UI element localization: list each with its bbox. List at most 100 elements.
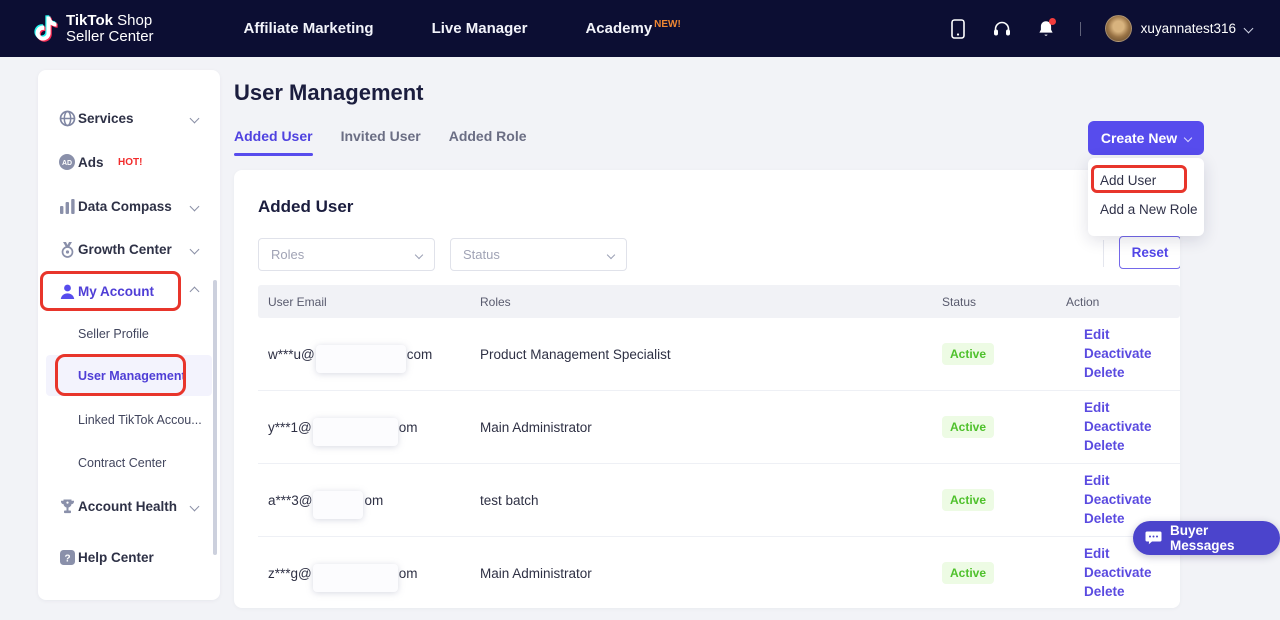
redaction-blur — [313, 418, 398, 446]
chevron-down-icon — [190, 113, 200, 123]
roles-placeholder: Roles — [271, 247, 304, 262]
col-action: Action — [1066, 295, 1180, 309]
sidebar-subitem-user-management[interactable]: User Management — [38, 364, 212, 388]
status-cell: Active — [942, 416, 1066, 438]
delete-link[interactable]: Delete — [1084, 364, 1180, 382]
svg-text:AD: AD — [62, 160, 72, 167]
sidebar-item-ads[interactable]: AD Ads HOT! — [38, 148, 220, 176]
sidebar-label: My Account — [78, 284, 154, 299]
added-user-panel: Added User Roles Status Reset User Email… — [234, 170, 1180, 608]
subitem-label: Linked TikTok Accou... — [78, 413, 202, 427]
tab-added-user[interactable]: Added User — [234, 128, 313, 156]
sidebar: Services AD Ads HOT! Data Compass Growth… — [38, 70, 220, 600]
question-icon: ? — [58, 548, 76, 566]
table-row: a***3@om test batch Active Edit Deactiva… — [258, 464, 1180, 537]
nav-divider — [1080, 22, 1081, 36]
new-badge: NEW! — [654, 19, 681, 30]
user-email: a***3@om — [268, 486, 480, 514]
avatar — [1105, 15, 1132, 42]
status-badge: Active — [942, 343, 994, 365]
tab-invited-user[interactable]: Invited User — [341, 128, 421, 156]
sidebar-label: Account Health — [78, 499, 177, 514]
user-role: test batch — [480, 493, 942, 508]
user-role: Main Administrator — [480, 420, 942, 435]
chat-bubble-icon — [1145, 530, 1162, 546]
headset-support-icon[interactable] — [992, 18, 1012, 40]
status-badge: Active — [942, 489, 994, 511]
create-new-label: Create New — [1101, 130, 1177, 146]
user-email: w***u@com — [268, 340, 480, 368]
tiktok-shop-logo[interactable]: TikTok Shop Seller Center — [34, 13, 154, 45]
deactivate-link[interactable]: Deactivate — [1084, 418, 1180, 436]
chevron-down-icon — [415, 250, 423, 258]
edit-link[interactable]: Edit — [1084, 399, 1180, 417]
section-title: Added User — [258, 197, 353, 217]
account-menu[interactable]: xuyannatest316 — [1105, 15, 1252, 42]
sidebar-item-data-compass[interactable]: Data Compass — [38, 192, 220, 220]
chevron-down-icon — [190, 501, 200, 511]
sidebar-item-services[interactable]: Services — [38, 104, 220, 132]
sidebar-subitem-seller-profile[interactable]: Seller Profile — [38, 322, 212, 346]
logo-text: TikTok Shop Seller Center — [66, 13, 154, 45]
bar-chart-icon — [58, 197, 76, 215]
buyer-messages-label: Buyer Messages — [1170, 523, 1264, 553]
create-new-button[interactable]: Create New — [1088, 121, 1204, 155]
person-icon — [58, 282, 76, 300]
sidebar-subitem-linked-tiktok-accounts[interactable]: Linked TikTok Accou... — [38, 408, 212, 432]
col-user-email: User Email — [268, 295, 480, 309]
menu-item-add-user[interactable]: Add User — [1088, 166, 1204, 195]
subitem-label: Seller Profile — [78, 327, 149, 341]
table-row: y***1@om Main Administrator Active Edit … — [258, 391, 1180, 464]
nav-academy[interactable]: AcademyNEW! — [585, 20, 680, 37]
sidebar-label: Data Compass — [78, 199, 172, 214]
deactivate-link[interactable]: Deactivate — [1084, 564, 1180, 582]
sidebar-scrollbar[interactable] — [213, 280, 217, 555]
reset-button[interactable]: Reset — [1119, 236, 1180, 269]
deactivate-link[interactable]: Deactivate — [1084, 345, 1180, 363]
sidebar-label: Ads — [78, 155, 104, 170]
redaction-blur — [313, 491, 363, 519]
roles-filter-select[interactable]: Roles — [258, 238, 435, 271]
chevron-down-icon — [190, 244, 200, 254]
added-user-table: User Email Roles Status Action w***u@com… — [258, 285, 1180, 608]
deactivate-link[interactable]: Deactivate — [1084, 491, 1180, 509]
buyer-messages-button[interactable]: Buyer Messages — [1133, 521, 1280, 555]
col-status: Status — [942, 295, 1066, 309]
redaction-blur — [313, 564, 398, 592]
mobile-app-icon[interactable] — [948, 18, 968, 40]
nav-affiliate-marketing[interactable]: Affiliate Marketing — [244, 20, 374, 37]
sidebar-item-account-health[interactable]: Account Health — [38, 492, 220, 520]
tab-added-role[interactable]: Added Role — [449, 128, 527, 156]
nav-live-manager[interactable]: Live Manager — [432, 20, 528, 37]
hot-badge: HOT! — [118, 157, 142, 168]
sidebar-label: Growth Center — [78, 242, 172, 257]
edit-link[interactable]: Edit — [1084, 326, 1180, 344]
sidebar-item-growth-center[interactable]: Growth Center — [38, 235, 220, 263]
subitem-label: User Management — [78, 369, 186, 383]
sidebar-item-help-center[interactable]: ? Help Center — [38, 543, 220, 571]
chevron-up-icon — [190, 286, 200, 296]
sidebar-label: Services — [78, 111, 134, 126]
chevron-down-icon — [1184, 134, 1192, 142]
globe-icon — [58, 109, 76, 127]
chevron-down-icon — [190, 201, 200, 211]
action-cell: Edit Deactivate Delete — [1066, 399, 1180, 455]
page-title: User Management — [234, 80, 424, 106]
user-role: Product Management Specialist — [480, 347, 942, 362]
delete-link[interactable]: Delete — [1084, 583, 1180, 601]
filter-divider — [1103, 240, 1104, 267]
status-cell: Active — [942, 489, 1066, 511]
tiktok-note-icon — [34, 15, 58, 42]
chevron-down-icon — [607, 250, 615, 258]
edit-link[interactable]: Edit — [1084, 472, 1180, 490]
status-filter-select[interactable]: Status — [450, 238, 627, 271]
notification-bell-icon[interactable] — [1036, 18, 1056, 40]
medal-icon — [58, 240, 76, 258]
delete-link[interactable]: Delete — [1084, 437, 1180, 455]
user-email: z***g@om — [268, 559, 480, 587]
table-row: w***u@com Product Management Specialist … — [258, 318, 1180, 391]
username: xuyannatest316 — [1141, 21, 1236, 36]
sidebar-subitem-contract-center[interactable]: Contract Center — [38, 451, 212, 475]
menu-item-add-new-role[interactable]: Add a New Role — [1088, 195, 1204, 224]
sidebar-item-my-account[interactable]: My Account — [38, 277, 220, 305]
